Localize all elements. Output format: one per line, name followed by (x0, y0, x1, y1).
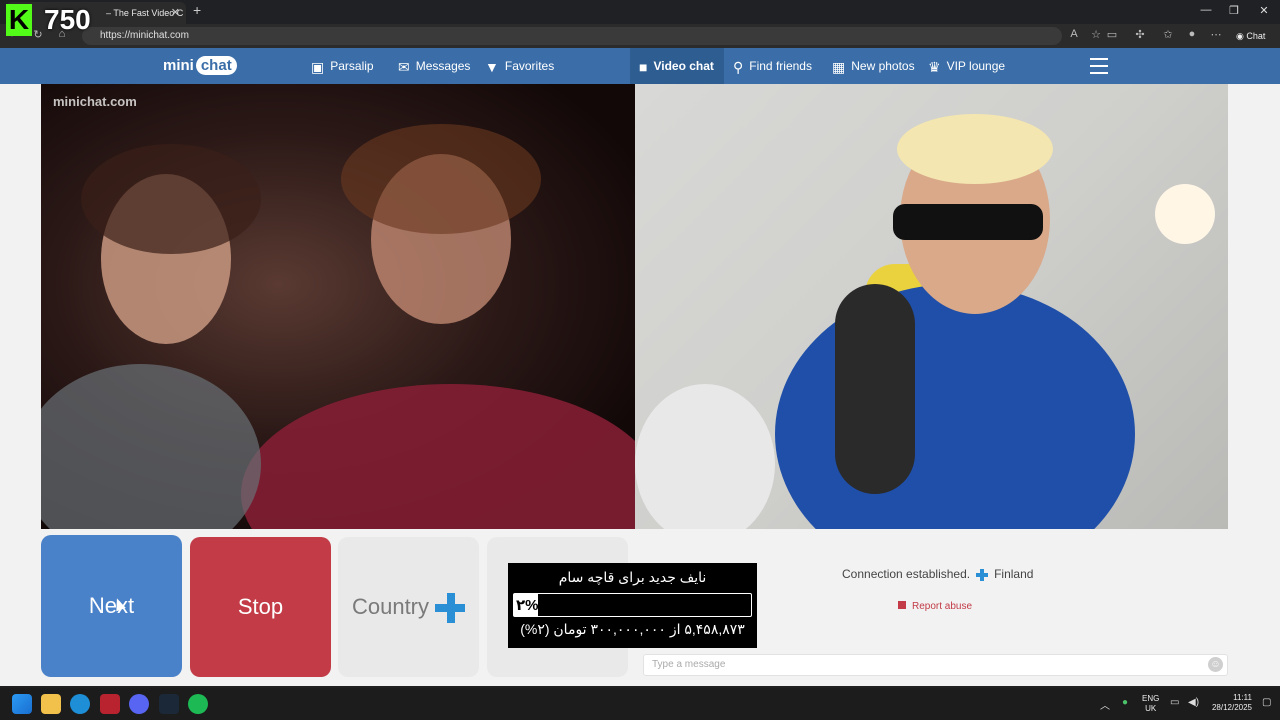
lang-code: ENG (1142, 694, 1160, 703)
spotify-icon[interactable] (188, 694, 208, 714)
nav-label: Video chat (653, 59, 714, 73)
more-menu-icon[interactable]: ⋯ (1208, 28, 1224, 41)
k-logo: K (6, 4, 32, 36)
lang-region: UK (1145, 704, 1157, 713)
notifications-icon[interactable]: ▢ (1262, 697, 1271, 708)
donation-progress-bar: ۲% (513, 593, 752, 617)
nav-video-chat[interactable]: ■ Video chat (639, 48, 714, 84)
nav-vip-lounge[interactable]: ♛ VIP lounge (928, 48, 1005, 84)
new-tab-button[interactable]: + (193, 2, 207, 20)
message-input[interactable]: Type a message (643, 654, 1228, 676)
time: 11:11 (1233, 693, 1252, 702)
logo-text-mini: mini (163, 57, 194, 74)
logo-text-chat: chat (195, 56, 237, 75)
search-icon: ⚲ (733, 58, 744, 75)
partner-country: Finland (994, 567, 1034, 581)
browser-tab-bar (0, 0, 1280, 24)
network-icon[interactable]: ▭ (1170, 697, 1179, 708)
nav-find-friends[interactable]: ⚲ Find friends (733, 48, 812, 84)
copilot-chat-button[interactable]: ◉ Chat (1230, 26, 1276, 46)
viewer-count: 750 (44, 4, 91, 35)
address-bar[interactable]: https://minichat.com (82, 27, 1062, 45)
finland-flag-icon (435, 593, 466, 624)
app-icon[interactable] (100, 694, 120, 714)
flag-icon (898, 601, 906, 609)
file-explorer-icon[interactable] (41, 694, 61, 714)
read-aloud-icon[interactable]: A (1066, 28, 1082, 40)
donation-amount: ۵,۴۵۸,۸۷۳ از ۳۰۰,۰۰۰,۰۰۰ تومان (۲%) (520, 621, 745, 637)
bookmark-icon: ▼ (485, 58, 499, 75)
microphone-icon[interactable]: ● (1122, 697, 1128, 708)
favorites-icon[interactable]: ✩ (1160, 28, 1176, 41)
envelope-icon: ✉ (398, 58, 410, 75)
country-button[interactable]: Country (338, 537, 479, 677)
volume-icon[interactable]: ◀) (1188, 697, 1199, 708)
nav-label: New photos (851, 59, 915, 73)
nav-label: Favorites (504, 59, 555, 73)
copilot-icon: ◉ (1236, 31, 1247, 41)
clock[interactable]: 11:11 28/12/2025 (1206, 693, 1252, 713)
donation-percent: ۲% (516, 597, 539, 614)
self-video (635, 84, 1228, 529)
tab-close-icon[interactable]: ✕ (171, 6, 180, 19)
minimize-button[interactable]: — (1196, 4, 1216, 16)
country-label: Country (351, 594, 430, 619)
connection-text: Connection established. (842, 567, 971, 581)
nav-label: Parsalip (330, 59, 374, 73)
nav-label: Find friends (749, 59, 812, 73)
windows-start-icon[interactable] (12, 694, 32, 714)
chat-label: Chat (1246, 31, 1266, 41)
message-placeholder: Type a message (652, 659, 726, 670)
report-label: Report abuse (912, 601, 973, 612)
browser-tab[interactable]: – The Fast Video C ✕ (6, 2, 186, 24)
camera-icon[interactable]: ▭ (1104, 28, 1120, 41)
nav-parsalip[interactable]: ▣ Parsalip (311, 48, 374, 84)
next-button[interactable]: Next (41, 535, 182, 677)
minichat-logo[interactable]: mini chat (163, 56, 237, 75)
connection-status: Connection established. Finland (842, 567, 1033, 581)
video-camera-icon: ■ (639, 58, 648, 75)
url-text: https://minichat.com (100, 30, 189, 41)
stop-button[interactable]: Stop (190, 537, 331, 677)
nav-label: Messages (415, 59, 471, 73)
crown-icon: ♛ (928, 58, 941, 75)
favorite-star-icon[interactable]: ☆ (1088, 28, 1104, 41)
hamburger-menu-icon[interactable] (1090, 58, 1108, 74)
report-abuse-link[interactable]: Report abuse (898, 601, 972, 612)
portrait-icon: ▣ (311, 58, 325, 75)
nav-new-photos[interactable]: ▦ New photos (832, 48, 915, 84)
discord-icon[interactable] (129, 694, 149, 714)
close-window-button[interactable]: ✕ (1254, 4, 1274, 17)
edge-icon[interactable] (70, 694, 90, 714)
nav-label: VIP lounge (946, 59, 1006, 73)
finland-flag-icon (976, 568, 989, 581)
nav-favorites[interactable]: ▼ Favorites (485, 48, 554, 84)
extensions-icon[interactable]: ✣ (1132, 28, 1148, 41)
nav-messages[interactable]: ✉ Messages (398, 48, 470, 84)
donation-widget: نایف جدید برای قاچه سام ۲% ۵,۴۵۸,۸۷۳ از … (508, 563, 757, 648)
emoji-icon[interactable]: ☺ (1208, 657, 1223, 672)
grid-icon: ▦ (832, 58, 846, 75)
date: 28/12/2025 (1211, 703, 1252, 712)
donation-title: نایف جدید برای قاچه سام (558, 569, 707, 585)
profile-icon[interactable]: ● (1184, 28, 1200, 40)
language-indicator[interactable]: ENG UK (1142, 694, 1159, 714)
video-watermark: minichat.com (53, 94, 137, 109)
restore-button[interactable]: ❐ (1224, 4, 1244, 17)
stranger-video (41, 84, 635, 529)
steam-icon[interactable] (159, 694, 179, 714)
chevron-up-icon[interactable]: ︿ (1100, 697, 1110, 712)
